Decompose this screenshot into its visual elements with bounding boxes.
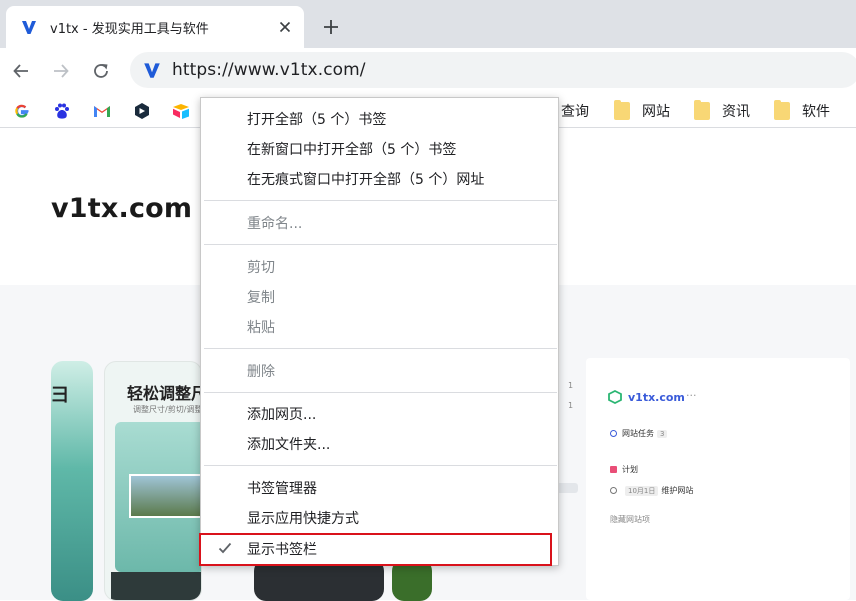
app-name: v1tx.com [628, 391, 685, 404]
arrow-left-icon[interactable] [8, 58, 34, 84]
app-preview-card[interactable]: v1tx.com ··· 网站任务 3 计划 10月1日 维护网站 隐藏网站项 [586, 358, 850, 600]
tab-title: v1tx - 发现实用工具与软件 [50, 21, 209, 37]
menu-paste[interactable]: 粘贴 [201, 313, 560, 341]
folder-icon [774, 100, 790, 120]
app-row-label: 隐藏网站项 [610, 515, 650, 524]
bookmark-label: 查询 [561, 104, 589, 120]
menu-separator [204, 465, 557, 466]
bookmark-folder-software[interactable]: 软件 [774, 100, 830, 122]
promo-heading: 轻松调整尺 [127, 384, 202, 403]
bookmark-app-icon[interactable] [132, 101, 152, 121]
arrow-right-icon[interactable] [48, 58, 74, 84]
address-bar[interactable]: https://www.v1tx.com/ [130, 52, 856, 88]
plus-icon[interactable] [318, 14, 344, 40]
browser-tab[interactable]: v1tx - 发现实用工具与软件 [6, 6, 304, 48]
cube-logo-icon [608, 390, 622, 404]
gmail-icon[interactable] [92, 101, 112, 121]
folder-icon [614, 100, 630, 120]
calendar-icon [610, 466, 617, 473]
menu-separator [204, 200, 557, 201]
app-row-tag: 3 [657, 429, 668, 438]
folder-icon [694, 100, 710, 120]
promo-toolbar-strip [111, 572, 201, 600]
promo-photo [129, 474, 201, 518]
bookmark-folder-websites[interactable]: 网站 [614, 100, 670, 122]
promo-heading-fragment: 彐 [51, 385, 69, 406]
folder-label: 网站 [642, 104, 670, 120]
google-icon[interactable] [12, 101, 32, 121]
menu-open-all[interactable]: 打开全部（5 个）书签 [201, 105, 560, 133]
app-row: 10月1日 维护网站 [610, 485, 693, 496]
menu-cut[interactable]: 剪切 [201, 253, 560, 281]
bookmark-context-menu: 打开全部（5 个）书签 在新窗口中打开全部（5 个）书签 在无痕式窗口中打开全部… [199, 97, 560, 566]
menu-separator [204, 392, 557, 393]
menu-rename[interactable]: 重命名... [201, 209, 560, 237]
folder-label: 资讯 [722, 104, 750, 120]
folder-label: 软件 [802, 104, 830, 120]
clock-icon [610, 430, 617, 437]
bookmark-partial-query[interactable]: 查询 [561, 100, 589, 122]
app-row: 隐藏网站项 [610, 514, 650, 525]
timer-icon [610, 487, 617, 494]
app-row: 网站任务 3 [610, 428, 670, 439]
url-text[interactable]: https://www.v1tx.com/ [172, 60, 366, 80]
app-row-tag: 10月1日 [625, 485, 659, 496]
bookmark-folder-news[interactable]: 资讯 [694, 100, 750, 122]
tab-strip: v1tx - 发现实用工具与软件 [0, 0, 856, 48]
close-icon[interactable] [276, 18, 294, 36]
airtable-icon[interactable] [171, 101, 191, 121]
app-row-label: 网站任务 [622, 429, 654, 438]
v1tx-logo-icon [142, 60, 162, 80]
menu-delete[interactable]: 删除 [201, 357, 560, 385]
menu-add-page[interactable]: 添加网页... [201, 400, 560, 428]
promo-card-resize[interactable]: 轻松调整尺 调整尺寸/剪切/调整位 [104, 361, 202, 601]
menu-add-folder[interactable]: 添加文件夹... [201, 430, 560, 458]
menu-open-all-new-window[interactable]: 在新窗口中打开全部（5 个）书签 [201, 135, 560, 163]
toolbar: https://www.v1tx.com/ [0, 48, 856, 94]
more-icon[interactable]: ··· [686, 389, 697, 402]
menu-copy[interactable]: 复制 [201, 283, 560, 311]
highlight-box [199, 533, 552, 566]
menu-separator [204, 348, 557, 349]
promo-subheading: 调整尺寸/剪切/调整位 [133, 405, 202, 414]
mid-number: 1 [568, 381, 574, 390]
app-row-label: 维护网站 [661, 486, 694, 495]
baidu-icon[interactable] [52, 101, 72, 121]
mid-number: 1 [568, 401, 574, 410]
menu-show-apps-shortcut[interactable]: 显示应用快捷方式 [201, 504, 560, 532]
app-row-label: 计划 [622, 465, 638, 474]
reload-icon[interactable] [88, 58, 114, 84]
promo-card-left[interactable]: 彐 [51, 361, 93, 601]
site-title[interactable]: v1tx.com [51, 193, 192, 224]
menu-open-all-incognito[interactable]: 在无痕式窗口中打开全部（5 个）网址 [201, 165, 560, 193]
menu-separator [204, 244, 557, 245]
app-row: 计划 [610, 464, 638, 475]
menu-bookmark-manager[interactable]: 书签管理器 [201, 474, 560, 502]
v1tx-logo-icon [20, 18, 38, 36]
